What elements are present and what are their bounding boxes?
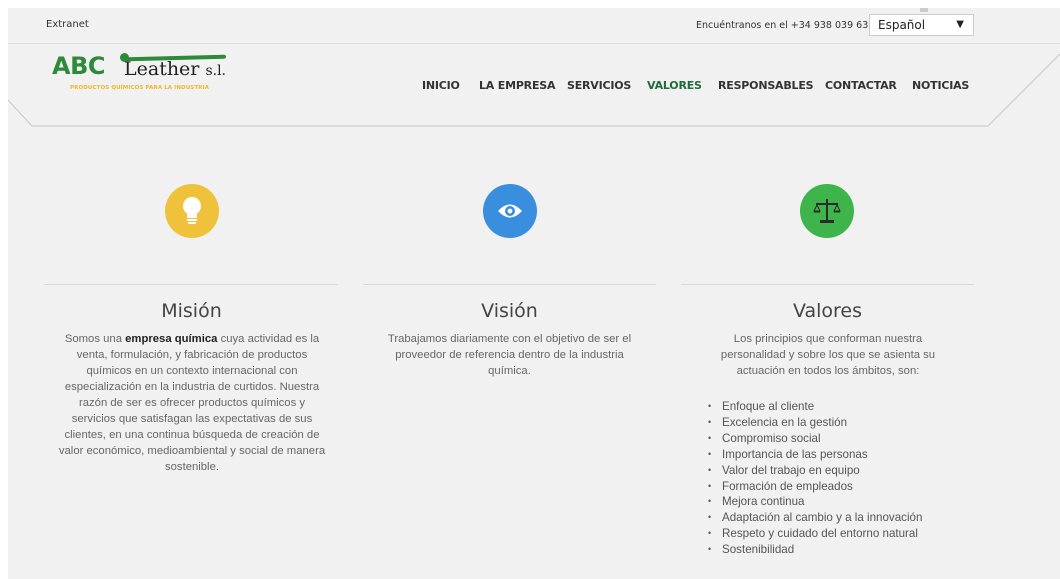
language-select[interactable]: Español ▼	[869, 14, 974, 36]
scale-icon	[800, 184, 854, 238]
valores-divider	[681, 284, 974, 285]
vision-divider	[363, 284, 656, 285]
logo-name: Leather s.l.	[124, 58, 226, 80]
list-item: Mejora continua	[708, 494, 922, 510]
company-logo[interactable]: ABC Leather s.l. PRODUCTOS QUÍMICOS PARA…	[52, 52, 232, 100]
list-item: Adaptación al cambio y a la innovación	[708, 510, 922, 526]
extranet-link[interactable]: Extranet	[46, 19, 89, 30]
contact-phone-text: Encuéntranos en el +34 938 039 635	[696, 20, 875, 31]
nav-valores[interactable]: VALORES	[647, 79, 702, 92]
eye-icon	[483, 184, 537, 238]
valores-title: Valores	[792, 300, 863, 322]
chevron-down-icon: ▼	[956, 19, 964, 30]
list-item: Sostenibilidad	[708, 542, 922, 558]
list-item: Compromiso social	[708, 431, 922, 447]
mision-title: Misión	[161, 300, 222, 322]
mision-text-start: Somos una	[64, 333, 126, 345]
nav-contactar[interactable]: CONTACTAR	[825, 79, 897, 92]
mision-text: Somos una empresa química cuya actividad…	[58, 331, 326, 475]
nav-responsables[interactable]: RESPONSABLES	[718, 79, 814, 92]
logo-name-text: Leather	[124, 58, 200, 80]
list-item: Importancia de las personas	[708, 447, 922, 463]
nav-servicios[interactable]: SERVICIOS	[567, 79, 631, 92]
list-item: Valor del trabajo en equipo	[708, 463, 922, 479]
mision-divider	[45, 284, 338, 285]
page-frame: Extranet Encuéntranos en el +34 938 039 …	[8, 8, 1060, 579]
list-item: Respeto y cuidado del entorno natural	[708, 526, 922, 542]
logo-brand: ABC	[52, 52, 105, 80]
mision-text-rest: cuya actividad es la venta, formulación,…	[58, 333, 326, 473]
mision-text-bold: empresa química	[125, 333, 218, 345]
vision-title: Visión	[481, 300, 538, 322]
lightbulb-icon	[165, 184, 219, 238]
nav-noticias[interactable]: NOTICIAS	[912, 79, 969, 92]
logo-tagline: PRODUCTOS QUÍMICOS PARA LA INDUSTRIA	[70, 85, 210, 91]
language-selected-value: Español	[878, 18, 926, 32]
logo-suffix: s.l.	[205, 63, 226, 79]
valores-list: Enfoque al cliente Excelencia en la gest…	[708, 399, 922, 558]
vision-text: Trabajamos diariamente con el objetivo d…	[387, 333, 632, 377]
list-item: Formación de empleados	[708, 479, 922, 495]
valores-intro: Los principios que conforman nuestra per…	[720, 333, 936, 377]
list-item: Enfoque al cliente	[708, 399, 922, 415]
nav-la-empresa[interactable]: LA EMPRESA	[479, 79, 555, 92]
list-item: Excelencia en la gestión	[708, 415, 922, 431]
nav-inicio[interactable]: INICIO	[422, 79, 460, 92]
top-bar: Extranet Encuéntranos en el +34 938 039 …	[8, 8, 1060, 44]
scroll-indicator	[920, 8, 928, 12]
